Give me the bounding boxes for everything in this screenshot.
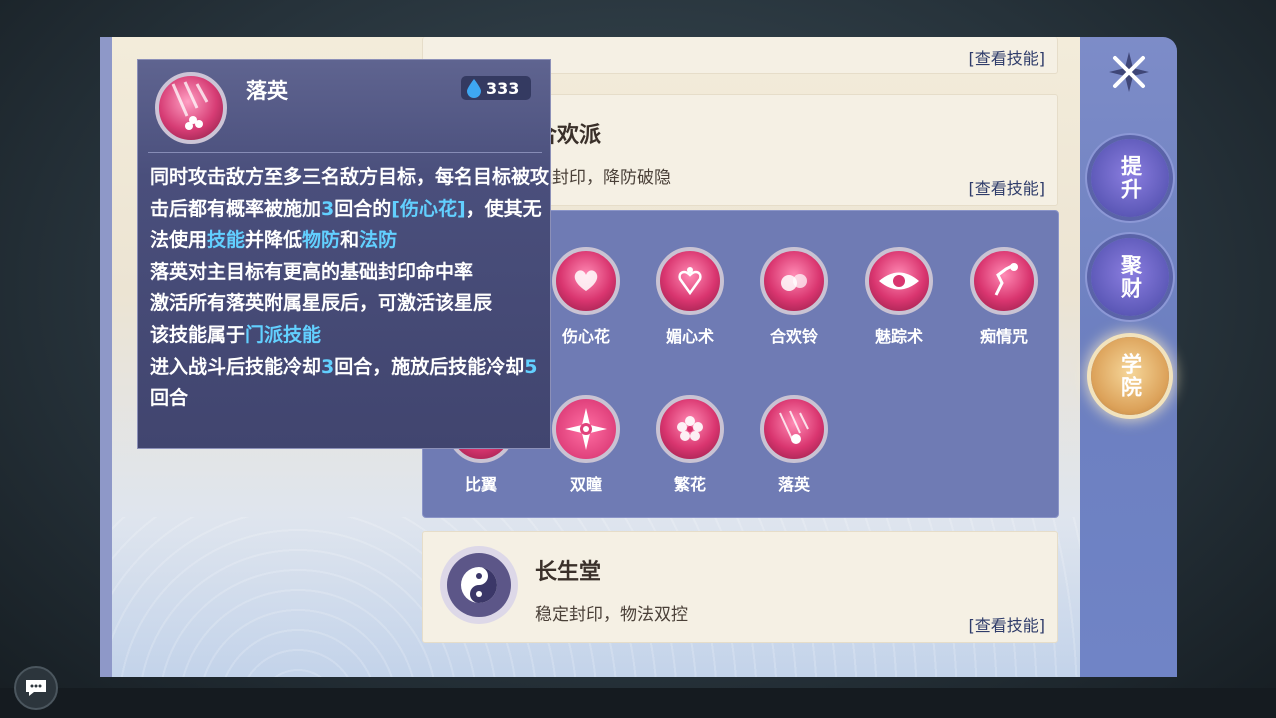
skill-label: 魅踪术 <box>874 327 923 346</box>
yin-yang-icon <box>447 553 511 617</box>
sect-emblem <box>440 546 518 624</box>
sect-name: 长生堂 <box>535 560 602 585</box>
skill-label: 合欢铃 <box>769 327 818 346</box>
bottom-bar <box>0 688 1276 718</box>
dancer-icon <box>970 247 1038 315</box>
skill-label: 比翼 <box>464 475 497 494</box>
sect-desc: 稳定封印，物法双控 <box>535 605 688 625</box>
view-skills-link[interactable]: [查看技能] <box>969 45 1046 69</box>
skill-item[interactable]: 痴情咒 <box>959 247 1049 347</box>
desc-line: 激活所有落英附属星辰后，可激活该星辰 <box>150 292 493 315</box>
skill-label: 繁花 <box>673 475 706 494</box>
desc-line: 进入战斗后技能冷却3回合，施放后技能冷却5回合 <box>150 355 538 410</box>
upgrade-button[interactable]: 提升 <box>1091 139 1169 217</box>
skill-label: 伤心花 <box>561 327 610 346</box>
tooltip-divider <box>148 152 542 153</box>
mana-cost-value: 333 <box>486 78 520 98</box>
skill-item[interactable]: 伤心花 <box>541 247 631 347</box>
desc-line: 同时攻击敌方至多三名敌方目标，每名目标被攻击后都有概率被施加3回合的[伤心花]，… <box>150 166 550 252</box>
chat-bubble-icon <box>26 680 46 696</box>
status-link[interactable]: [伤心花] <box>391 198 465 220</box>
skill-tooltip: 落英 333 同时攻击敌方至多三名敌方目标，每名目标被攻击后都有概率被施加3回合… <box>137 59 551 449</box>
panel-left-edge <box>100 37 112 677</box>
falling-petal-icon <box>760 395 828 463</box>
double-eye-icon <box>552 395 620 463</box>
desc-line: 落英对主目标有更高的基础封印命中率 <box>150 260 474 283</box>
sect-card-changsheng[interactable]: 长生堂 稳定封印，物法双控 [查看技能] <box>422 531 1058 643</box>
wealth-button[interactable]: 聚财 <box>1091 238 1169 316</box>
close-x-icon[interactable] <box>1105 48 1153 96</box>
skill-label: 落英 <box>777 475 810 494</box>
chat-button[interactable] <box>14 666 58 710</box>
skill-description: 同时攻击敌方至多三名敌方目标，每名目标被攻击后都有概率被施加3回合的[伤心花]，… <box>150 162 550 415</box>
sect-desc: 速封印，降防破隐 <box>535 168 671 188</box>
bell-icon <box>760 247 828 315</box>
skill-label: 双瞳 <box>569 475 602 494</box>
view-skills-link[interactable]: [查看技能] <box>969 175 1046 199</box>
mana-cost-badge: 333 <box>461 76 531 100</box>
blossom-icon <box>656 395 724 463</box>
view-skills-link[interactable]: [查看技能] <box>969 612 1046 636</box>
falling-petal-icon <box>155 72 227 144</box>
skill-label: 痴情咒 <box>979 327 1028 346</box>
heart-flower-icon <box>552 247 620 315</box>
charm-heart-icon <box>656 247 724 315</box>
desc-line: 该技能属于门派技能 <box>150 323 322 346</box>
skill-item[interactable]: 繁花 <box>645 395 735 495</box>
skill-item[interactable]: 媚心术 <box>645 247 735 347</box>
academy-button[interactable]: 学院 <box>1091 337 1169 415</box>
skill-name: 落英 <box>246 79 288 103</box>
skill-label: 媚心术 <box>665 327 714 346</box>
skill-item[interactable]: 魅踪术 <box>854 247 944 347</box>
water-drop-icon <box>467 79 481 98</box>
skill-item[interactable]: 双瞳 <box>541 395 631 495</box>
skill-item[interactable]: 合欢铃 <box>749 247 839 347</box>
eye-icon <box>865 247 933 315</box>
skill-item[interactable]: 落英 <box>749 395 839 495</box>
